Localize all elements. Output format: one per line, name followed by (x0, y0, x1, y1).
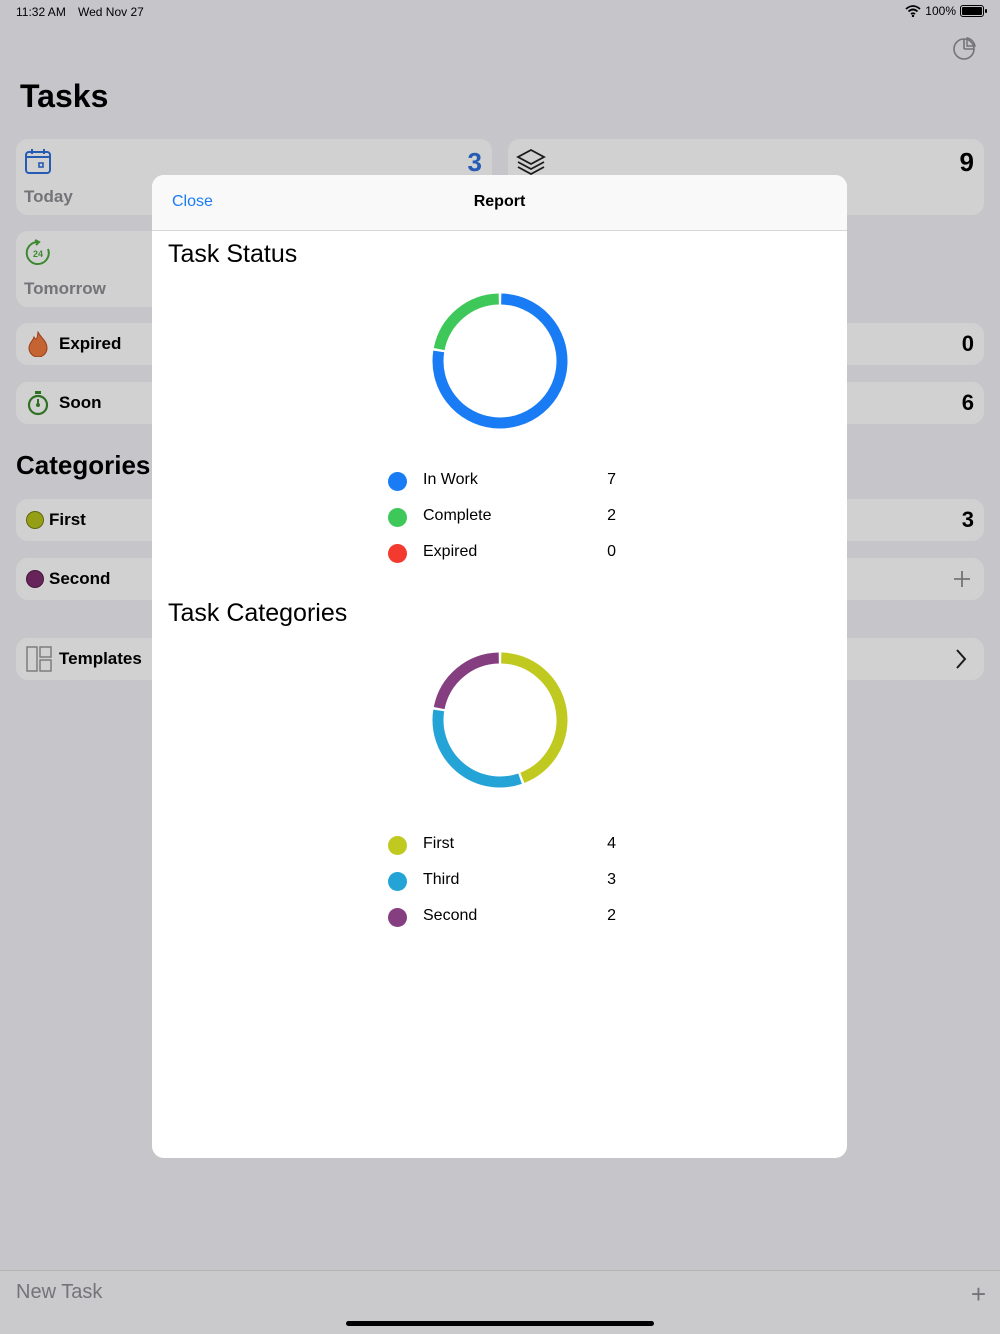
legend-row: In Work 7 (386, 464, 616, 500)
legend-label: In Work (423, 471, 478, 488)
legend-color-dot (388, 472, 407, 491)
donut-slice-first (501, 652, 568, 783)
modal-title: Report (473, 193, 526, 210)
task-categories-legend: First 4 Third 3 Second 2 (386, 828, 616, 936)
task-status-title: Task Status (168, 240, 298, 268)
home-indicator (346, 1321, 654, 1326)
legend-value: 0 (607, 543, 616, 560)
legend-color-dot (388, 872, 407, 891)
task-status-donut (432, 293, 568, 429)
legend-label: Complete (423, 507, 492, 524)
modal-header: Close Report (152, 175, 847, 231)
legend-row: Third 3 (386, 864, 616, 900)
legend-row: First 4 (386, 828, 616, 864)
legend-color-dot (388, 908, 407, 927)
donut-slice-complete (433, 293, 500, 351)
legend-value: 4 (607, 835, 616, 852)
task-status-legend: In Work 7 Complete 2 Expired 0 (386, 464, 616, 572)
task-categories-title: Task Categories (168, 599, 348, 627)
legend-row: Expired 0 (386, 536, 616, 572)
legend-label: Second (423, 907, 478, 924)
legend-value: 7 (607, 471, 616, 488)
donut-slice-third (432, 709, 522, 788)
donut-slice-second (433, 652, 500, 710)
legend-color-dot (388, 508, 407, 527)
legend-value: 3 (607, 871, 616, 888)
legend-value: 2 (607, 507, 616, 524)
legend-color-dot (388, 836, 407, 855)
legend-label: Third (423, 871, 460, 888)
legend-row: Complete 2 (386, 500, 616, 536)
report-modal: Close Report Task Status In Work 7 Complet… (152, 175, 847, 1158)
legend-row: Second 2 (386, 900, 616, 936)
legend-color-dot (388, 544, 407, 563)
task-categories-donut (432, 652, 568, 788)
legend-value: 2 (607, 907, 616, 924)
legend-label: Expired (423, 543, 478, 560)
legend-label: First (423, 835, 455, 852)
